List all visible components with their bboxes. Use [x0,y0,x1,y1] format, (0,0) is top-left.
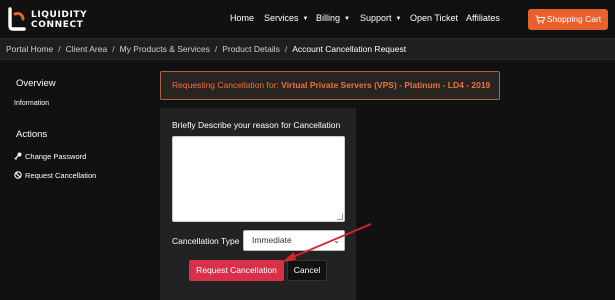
key-icon [14,152,22,160]
shopping-cart-button[interactable]: Shopping Cart [528,9,608,30]
nav-label: Open Ticket [410,13,459,23]
breadcrumb-separator: / [214,44,218,54]
sidebar-heading-overview: Overview [16,78,56,89]
breadcrumb-separator: / [58,44,61,54]
sidebar-item-request-cancellation[interactable]: Request Cancellation [14,171,96,180]
reason-textarea[interactable] [172,136,345,222]
reason-label: Briefly Describe your reason for Cancell… [172,120,341,130]
breadcrumb-link[interactable]: Product Details [222,44,280,54]
ban-icon [14,171,22,179]
breadcrumb-current: Account Cancellation Request [292,44,407,54]
sidebar-heading-actions: Actions [16,129,48,140]
caret-down-icon: ▼ [302,16,309,22]
sidebar-item-label: Change Password [25,152,87,161]
breadcrumb-link[interactable]: Portal Home [6,44,53,54]
nav-label: Affiliates [466,13,500,23]
sidebar-item-change-password[interactable]: Change Password [14,152,86,161]
nav-services[interactable]: Services ▼ [264,13,308,27]
brand-logo[interactable]: LIQUIDITY CONNECT [6,6,126,32]
breadcrumb-separator: / [284,44,288,54]
logo-mark-icon [8,7,26,31]
annotation-arrow-icon [282,223,372,262]
caret-down-icon: ▼ [344,16,350,22]
caret-down-icon: ▼ [395,16,402,22]
sidebar-item-information[interactable]: Information [14,100,49,107]
shopping-cart-icon [535,15,545,24]
sidebar-item-label: Request Cancellation [25,171,97,180]
nav-support[interactable]: Support ▼ [360,13,401,27]
nav-open-ticket[interactable]: Open Ticket [410,13,458,27]
breadcrumb: Portal Home / Client Area / My Products & Se… [0,38,615,60]
nav-affiliates[interactable]: Affiliates [466,13,500,27]
breadcrumb-link[interactable]: Client Area [66,44,108,54]
breadcrumb-link[interactable]: My Products & Services [120,44,210,54]
nav-billing[interactable]: Billing ▼ [316,13,350,27]
cancellation-type-label: Cancellation Type [172,236,240,246]
cancellation-alert: Requesting Cancellation for: Virtual Pri… [160,71,500,100]
brand-name: LIQUIDITY CONNECT [31,10,87,30]
nav-label: Home [230,13,255,23]
top-navbar: LIQUIDITY CONNECT Home Services ▼ Billing… [0,0,615,38]
cart-label: Shopping Cart [546,14,602,24]
breadcrumb-separator: / [112,44,115,54]
brand-line-1: LIQUIDITY [31,10,88,20]
nav-label: Support [360,13,392,23]
alert-prefix: Requesting Cancellation for: [172,80,279,90]
nav-home[interactable]: Home [230,13,254,27]
nav-label: Services [264,13,299,23]
cancellation-form: Briefly Describe your reason for Cancell… [160,108,356,300]
alert-product-name: Virtual Private Servers (VPS) - Platinum… [281,80,491,90]
nav-label: Billing [316,13,341,23]
brand-line-2: CONNECT [31,20,84,30]
